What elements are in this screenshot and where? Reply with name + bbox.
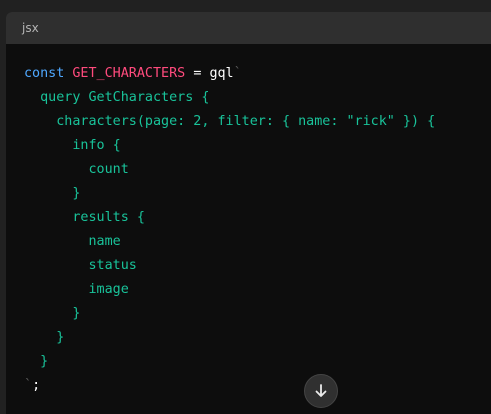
code-line-8: name — [24, 234, 121, 249]
code-line-7: results { — [24, 210, 145, 225]
code-content[interactable]: const GET_CHARACTERS = gql` query GetCha… — [24, 62, 435, 398]
scroll-to-bottom-button[interactable] — [304, 374, 338, 408]
semicolon: ; — [32, 378, 41, 393]
gql-tag: gql — [209, 66, 234, 81]
backtick-close: ` — [24, 378, 33, 393]
code-line-6: } — [24, 186, 81, 201]
code-line-12: } — [24, 330, 65, 345]
variable-name: GET_CHARACTERS — [72, 66, 186, 81]
code-line-9: status — [24, 258, 137, 273]
code-line-1: const GET_CHARACTERS = gql` — [24, 66, 242, 81]
code-line-11: } — [24, 306, 81, 321]
backtick-open: ` — [233, 66, 242, 81]
code-line-5: count — [24, 162, 129, 177]
code-line-10: image — [24, 282, 129, 297]
code-line-14: `; — [24, 378, 40, 393]
arrow-down-icon — [315, 384, 327, 397]
code-block: jsx const GET_CHARACTERS = gql` query Ge… — [6, 12, 491, 414]
code-line-2: query GetCharacters { — [24, 90, 210, 105]
code-block-header: jsx — [6, 12, 491, 44]
code-line-4: info { — [24, 138, 121, 153]
code-language-label: jsx — [22, 21, 39, 35]
code-line-3: characters(page: 2, filter: { name: "ric… — [24, 114, 436, 129]
code-line-13: } — [24, 354, 49, 369]
assign-operator: = — [193, 66, 202, 81]
keyword-const: const — [24, 66, 65, 81]
